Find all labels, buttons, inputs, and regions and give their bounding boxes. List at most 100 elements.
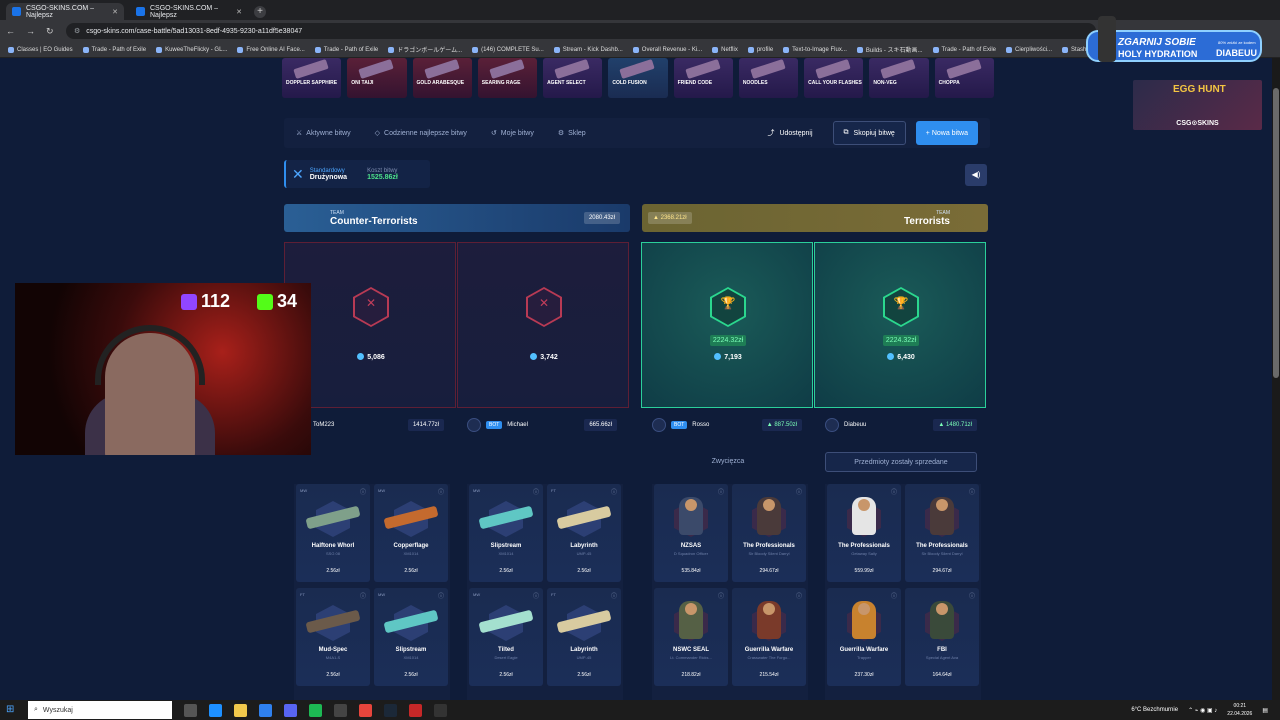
- won-item-card[interactable]: MW ⓘ Copperflage XM1014 2.56zł: [374, 484, 448, 582]
- bookmark-item[interactable]: ドラゴンボールゲーム...: [388, 45, 462, 54]
- info-icon[interactable]: ⓘ: [533, 487, 539, 496]
- bookmark-item[interactable]: Trade - Path of Exile: [932, 46, 996, 53]
- info-icon[interactable]: ⓘ: [891, 487, 897, 496]
- browser-tab-active[interactable]: CSGO-SKINS.COM – Najlepsz ✕: [6, 3, 124, 20]
- won-item-card[interactable]: MW ⓘ Halftone Whorl SSG 08 2.56zł: [296, 484, 370, 582]
- bookmark-item[interactable]: Text-to-Image Flux...: [783, 46, 847, 53]
- won-item-card[interactable]: FT ⓘ Labyrinth UMP-45 2.56zł: [547, 484, 621, 582]
- info-icon[interactable]: ⓘ: [360, 591, 366, 600]
- won-item-card[interactable]: ⓘ NZSAS D Squadron Officer 535.84zł: [654, 484, 728, 582]
- weather-text[interactable]: 6°C Bezchmurnie: [1131, 707, 1178, 713]
- info-icon[interactable]: ⓘ: [533, 591, 539, 600]
- edge-icon[interactable]: [209, 703, 222, 717]
- task-view-icon[interactable]: [184, 703, 197, 717]
- player-row[interactable]: BOT Michael 665.66zł: [467, 416, 617, 434]
- info-icon[interactable]: ⓘ: [718, 591, 724, 600]
- info-icon[interactable]: ⓘ: [969, 487, 975, 496]
- won-item-card[interactable]: MW ⓘ Tilted Desert Eagle 2.56zł: [469, 588, 543, 686]
- capcut-icon[interactable]: [334, 703, 347, 717]
- won-item-card[interactable]: ⓘ The Professionals Sir Bloody Silent Darr…: [905, 484, 979, 582]
- obs-icon[interactable]: [409, 703, 422, 717]
- live-drop-card[interactable]: SEARING RAGE: [477, 58, 538, 98]
- player-row[interactable]: Diabeuu ▲ 1480.71zł: [825, 416, 977, 434]
- won-item-card[interactable]: ⓘ FBI Special Agent Ava 164.64zł: [905, 588, 979, 686]
- bookmark-item[interactable]: Classes | EO Guides: [8, 46, 73, 53]
- bookmark-item[interactable]: Netflix: [712, 46, 738, 53]
- live-drop-card[interactable]: ONI TAIJI: [347, 58, 407, 98]
- won-item-card[interactable]: ⓘ Guerrilla Warfare Crasswater The Forgo..…: [732, 588, 806, 686]
- new-tab-button[interactable]: +: [254, 6, 266, 18]
- tray-icons[interactable]: ⌃ ⌁ ◉ ▣ ♪: [1188, 707, 1217, 714]
- bookmark-item[interactable]: Trade - Path of Exile: [82, 46, 146, 53]
- won-item-card[interactable]: ⓘ Guerrilla Warfare Trapper 237.30zł: [827, 588, 901, 686]
- info-icon[interactable]: ⓘ: [718, 487, 724, 496]
- bookmark-item[interactable]: profile: [747, 46, 773, 53]
- url-field[interactable]: ⚙ csgo-skins.com/case-battle/5ad13031-8ed…: [66, 23, 1096, 39]
- sound-toggle-button[interactable]: ◀): [965, 164, 987, 186]
- live-drop-card[interactable]: CHOPPA: [934, 58, 994, 98]
- steam-icon[interactable]: [384, 703, 397, 717]
- site-info-icon[interactable]: ⚙: [74, 27, 80, 35]
- info-icon[interactable]: ⓘ: [438, 487, 444, 496]
- won-item-card[interactable]: FT ⓘ Mud-Spec M4A1-S 2.56zł: [296, 588, 370, 686]
- nav-daily-best[interactable]: ◇ Codzienne najlepsze bitwy: [375, 129, 467, 138]
- browser-tab[interactable]: CSGO-SKINS.COM – Najlepsz ✕: [130, 3, 248, 20]
- bookmark-item[interactable]: Stream - Kick Dashb...: [553, 46, 623, 53]
- live-drop-card[interactable]: NOODLES: [738, 58, 799, 98]
- live-drop-card[interactable]: GOLD ARABESQUE: [412, 58, 472, 98]
- egg-hunt-banner[interactable]: EGG HUNT CSG⊙SKINS: [1133, 80, 1262, 130]
- new-battle-button[interactable]: + Nowa bitwa: [915, 121, 978, 145]
- won-item-card[interactable]: MW ⓘ Slipstream XM1014 2.56zł: [469, 484, 543, 582]
- reload-icon[interactable]: ↻: [46, 26, 56, 37]
- bookmark-item[interactable]: (146) COMPLETE Su...: [472, 46, 544, 53]
- info-icon[interactable]: ⓘ: [611, 591, 617, 600]
- won-item-card[interactable]: ⓘ The Professionals Getaway Sally 559.99zł: [827, 484, 901, 582]
- clock[interactable]: 00:21 22.04.2026: [1227, 702, 1252, 718]
- nav-active-battles[interactable]: ⚔ Aktywne bitwy: [296, 129, 351, 138]
- explorer-icon[interactable]: [234, 703, 247, 717]
- items-sold-button[interactable]: Przedmioty zostały sprzedane: [825, 452, 977, 472]
- share-button[interactable]: ⤴ Udostępnij: [757, 121, 822, 145]
- tab-close-icon[interactable]: ✕: [112, 8, 118, 16]
- bookmark-item[interactable]: Free Online AI Face...: [237, 46, 305, 53]
- live-drop-card[interactable]: AGENT SELECT: [543, 58, 603, 98]
- player-row[interactable]: ToM223 1414.77zł: [294, 416, 444, 434]
- nav-my-battles[interactable]: ↺ Moje bitwy: [491, 129, 534, 138]
- info-icon[interactable]: ⓘ: [360, 487, 366, 496]
- live-drop-card[interactable]: COLD FUSION: [608, 58, 668, 98]
- notifications-icon[interactable]: ▤: [1262, 707, 1268, 714]
- tab-close-icon[interactable]: ✕: [236, 8, 242, 16]
- bookmark-item[interactable]: Trade - Path of Exile: [314, 46, 378, 53]
- mail-icon[interactable]: [259, 703, 272, 717]
- won-item-card[interactable]: FT ⓘ Labyrinth UMP-45 2.56zł: [547, 588, 621, 686]
- bookmark-item[interactable]: Stash: [1062, 46, 1086, 53]
- spotify-icon[interactable]: [309, 703, 322, 717]
- live-drop-card[interactable]: DOPPLER SAPPHIRE: [282, 58, 342, 98]
- copy-battle-button[interactable]: ⧉ Skopiuj bitwę: [832, 121, 906, 145]
- bookmark-item[interactable]: Cierpliwości...: [1006, 46, 1052, 53]
- live-drop-card[interactable]: CALL YOUR FLASHES: [804, 58, 864, 98]
- info-icon[interactable]: ⓘ: [611, 487, 617, 496]
- won-item-card[interactable]: ⓘ The Professionals Sir Bloody Silent Darr…: [732, 484, 806, 582]
- info-icon[interactable]: ⓘ: [891, 591, 897, 600]
- info-icon[interactable]: ⓘ: [796, 487, 802, 496]
- page-scrollbar[interactable]: [1272, 58, 1280, 700]
- live-drop-card[interactable]: FRIEND CODE: [673, 58, 733, 98]
- taskbar-search[interactable]: ⌕ Wyszukaj: [28, 701, 172, 719]
- scrollbar-thumb[interactable]: [1273, 88, 1279, 378]
- won-item-card[interactable]: MW ⓘ Slipstream XM1014 2.56zł: [374, 588, 448, 686]
- back-icon[interactable]: ←: [6, 26, 16, 36]
- bookmark-item[interactable]: Builds - スキ石動画...: [856, 45, 923, 54]
- player-row[interactable]: BOT Rosso ▲ 887.50zł: [652, 416, 802, 434]
- windows-start-icon[interactable]: ⊞: [6, 703, 20, 717]
- won-item-card[interactable]: ⓘ NSWC SEAL Lt. Commander Ricks... 218.82zł: [654, 588, 728, 686]
- discord-icon[interactable]: [284, 703, 297, 717]
- chrome-icon[interactable]: [359, 703, 372, 717]
- app-h-icon[interactable]: [434, 703, 447, 717]
- bookmark-item[interactable]: KuweeTheFlicky - GL...: [156, 46, 227, 53]
- info-icon[interactable]: ⓘ: [969, 591, 975, 600]
- forward-icon[interactable]: →: [26, 26, 36, 36]
- info-icon[interactable]: ⓘ: [796, 591, 802, 600]
- live-drop-card[interactable]: NON-VEG: [869, 58, 929, 98]
- info-icon[interactable]: ⓘ: [438, 591, 444, 600]
